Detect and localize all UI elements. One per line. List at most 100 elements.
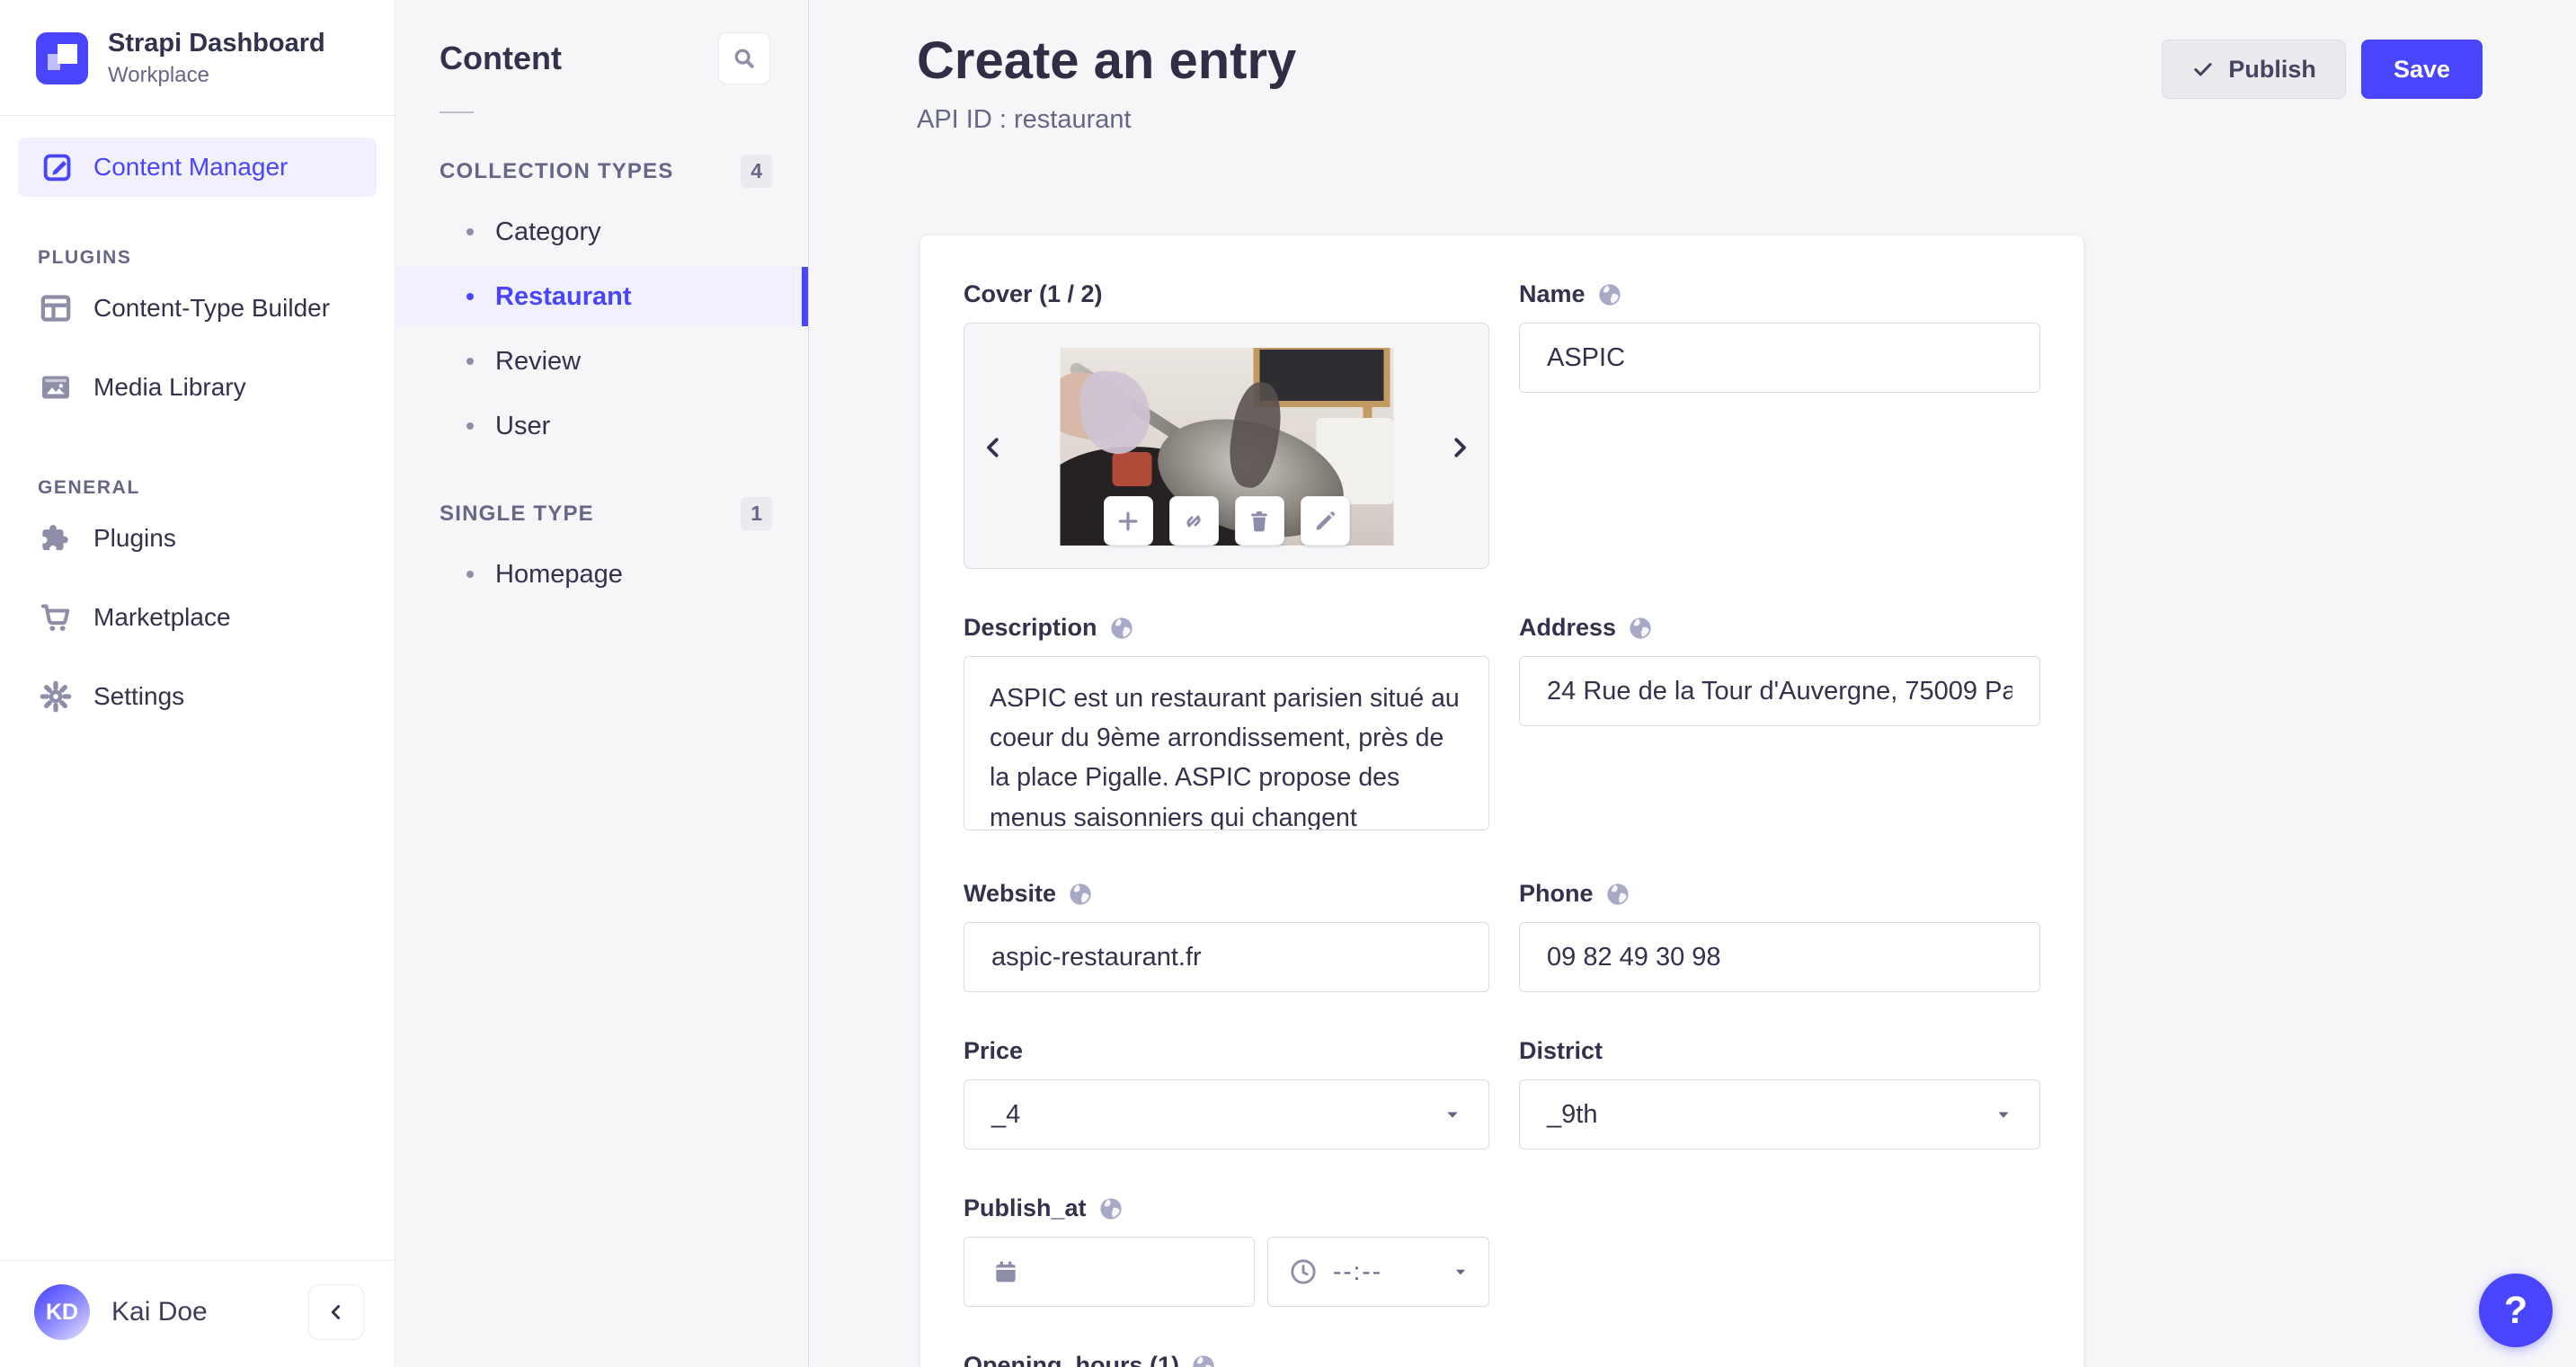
chevron-down-icon (1452, 1264, 1469, 1280)
description-field-label: Description (964, 614, 1097, 641)
carousel-next-button[interactable] (1442, 430, 1478, 466)
sidebar-item-label: Review (495, 346, 582, 376)
globe-icon (1067, 881, 1094, 908)
website-field: Website (964, 880, 1489, 992)
sidebar-item-label: Restaurant (495, 281, 632, 311)
sidebar-item-content-manager[interactable]: Content Manager (18, 138, 377, 197)
sidebar-item-homepage[interactable]: Homepage (396, 545, 808, 604)
bullet-icon (466, 293, 474, 300)
save-button[interactable]: Save (2360, 40, 2483, 99)
help-button[interactable]: ? (2479, 1274, 2553, 1347)
publish-button[interactable]: Publish (2162, 40, 2346, 99)
plus-icon (1115, 508, 1141, 535)
add-asset-button[interactable] (1103, 496, 1153, 546)
publish-at-field-label: Publish_at (964, 1194, 1087, 1221)
trash-icon (1246, 508, 1273, 535)
sidebar-item-marketplace[interactable]: Marketplace (0, 578, 395, 657)
time-placeholder: --:-- (1333, 1257, 1383, 1285)
district-select[interactable]: _9th (1519, 1079, 2040, 1150)
address-input[interactable] (1519, 656, 2040, 726)
pencil-icon (1311, 508, 1338, 535)
phone-field-label: Phone (1519, 880, 1594, 907)
bullet-icon (466, 228, 474, 235)
sidebar-item-media-library[interactable]: Media Library (0, 348, 395, 427)
price-field: Price _4 (964, 1037, 1489, 1150)
api-id-subtitle: API ID : restaurant (917, 105, 1132, 134)
name-field: Name (1519, 280, 2040, 393)
globe-icon (1627, 615, 1654, 642)
sidebar-item-label: Settings (93, 682, 185, 710)
nav-user-row: KD Kai Doe (0, 1260, 395, 1367)
workplace-switcher[interactable]: Strapi Dashboard Workplace (0, 0, 395, 116)
globe-icon (1604, 881, 1631, 908)
layout-icon (38, 290, 74, 326)
publish-button-label: Publish (2228, 55, 2316, 83)
image-icon (38, 369, 74, 405)
collapse-nav-button[interactable] (308, 1284, 364, 1340)
link-icon (1180, 508, 1207, 535)
bullet-icon (466, 571, 474, 578)
cover-carousel (964, 323, 1489, 569)
globe-icon (1097, 1195, 1124, 1222)
page-title: Create an entry (917, 31, 1297, 90)
check-icon (2191, 58, 2215, 81)
entry-form-card: Cover (1 / 2) Name ASPIC Description ASP… (920, 235, 2083, 1367)
sidebar-item-label: Category (495, 217, 601, 246)
sidebar-item-label: Plugins (93, 524, 176, 552)
opening-hours-field: Opening_hours (1) (964, 1352, 1489, 1367)
sidebar-item-restaurant[interactable]: Restaurant (396, 267, 808, 326)
content-sidebar-title: Content (440, 40, 562, 76)
price-select[interactable]: _4 (964, 1079, 1489, 1150)
collection-types-count-badge: 4 (741, 155, 772, 188)
sidebar-item-settings[interactable]: Settings (0, 657, 395, 736)
avatar[interactable]: KD (34, 1284, 90, 1340)
phone-input[interactable] (1519, 922, 2040, 992)
nav-section-general: GENERAL (38, 477, 140, 498)
sidebar-item-label: Content Manager (93, 153, 289, 181)
cover-field-label: Cover (1 / 2) (964, 280, 1103, 307)
search-icon (731, 45, 758, 72)
sidebar-item-label: Media Library (93, 373, 246, 401)
gear-icon (38, 679, 74, 715)
chevron-left-icon (324, 1300, 348, 1324)
name-input[interactable] (1519, 323, 2040, 393)
edit-asset-button[interactable] (1300, 496, 1350, 546)
sidebar-item-label: Content-Type Builder (93, 294, 331, 322)
sidebar-item-user[interactable]: User (396, 396, 808, 456)
publish-at-date-input[interactable] (964, 1237, 1255, 1307)
sidebar-item-category[interactable]: Category (396, 202, 808, 262)
delete-asset-button[interactable] (1234, 496, 1284, 546)
website-input[interactable] (964, 922, 1489, 992)
phone-field: Phone (1519, 880, 2040, 992)
cover-field: Cover (1 / 2) (964, 280, 1489, 569)
sidebar-item-content-type-builder[interactable]: Content-Type Builder (0, 269, 395, 348)
website-field-label: Website (964, 880, 1057, 907)
chevron-down-icon (1443, 1105, 1461, 1123)
chevron-left-icon (980, 434, 1007, 461)
chevron-right-icon (1446, 434, 1473, 461)
publish-at-time-input[interactable]: --:-- (1267, 1237, 1489, 1307)
sidebar-item-review[interactable]: Review (396, 332, 808, 391)
price-select-value: _4 (991, 1099, 1021, 1129)
sidebar-item-label: Marketplace (93, 603, 231, 631)
description-textarea[interactable]: ASPIC est un restaurant parisien situé a… (964, 656, 1489, 830)
calendar-icon (991, 1257, 1020, 1286)
section-label-collection-types: COLLECTION TYPES (440, 158, 674, 183)
divider (440, 111, 474, 113)
main-nav: Strapi Dashboard Workplace Content Manag… (0, 0, 395, 1367)
globe-icon (1596, 281, 1623, 308)
sidebar-item-plugins[interactable]: Plugins (0, 499, 395, 578)
brand-name: Strapi Dashboard (108, 29, 325, 58)
address-field: Address (1519, 614, 2040, 726)
strapi-logo-icon (36, 32, 88, 84)
sidebar-item-label: User (495, 411, 551, 440)
user-name: Kai Doe (111, 1297, 208, 1327)
copy-link-button[interactable] (1168, 496, 1219, 546)
nav-section-plugins: PLUGINS (38, 247, 132, 268)
search-button[interactable] (718, 32, 770, 84)
carousel-prev-button[interactable] (975, 430, 1011, 466)
publish-at-field: Publish_at --:-- (964, 1194, 1489, 1307)
price-field-label: Price (964, 1037, 1024, 1064)
bullet-icon (466, 358, 474, 365)
content-sidebar: Content COLLECTION TYPES 4 Category Rest… (396, 0, 809, 1367)
